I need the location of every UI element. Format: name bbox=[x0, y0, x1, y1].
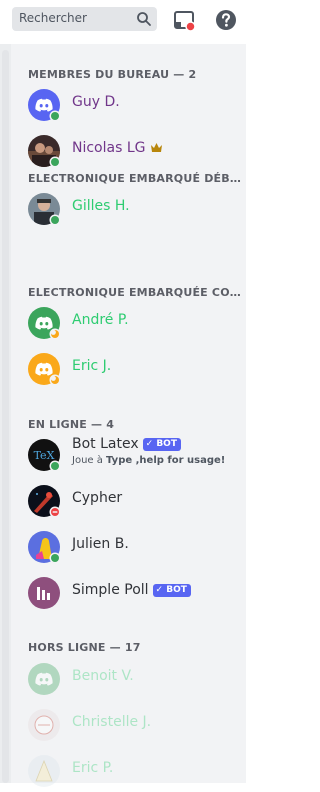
member-item-bot-latex[interactable]: TeX Bot Latex ✓ BOT Joue à Type ,help for… bbox=[28, 434, 242, 476]
member-item-benoit[interactable]: Benoit V. bbox=[28, 658, 242, 700]
member-item-eric-j[interactable]: Eric J. bbox=[28, 348, 242, 390]
member-name: Guy D. bbox=[72, 94, 120, 110]
section-header: EN LIGNE — 4 bbox=[28, 418, 115, 431]
member-name: Eric P. bbox=[72, 760, 114, 776]
discord-avatar-icon bbox=[28, 307, 60, 339]
tex-avatar-icon: TeX bbox=[28, 439, 60, 471]
member-name: Christelle J. bbox=[72, 714, 152, 730]
inbox-icon[interactable] bbox=[172, 8, 196, 32]
help-icon[interactable] bbox=[214, 8, 238, 32]
search-placeholder: Rechercher bbox=[19, 11, 87, 25]
member-name: Gilles H. bbox=[72, 198, 130, 214]
poll-avatar-icon bbox=[28, 577, 60, 609]
bot-tag: ✓ BOT bbox=[152, 584, 191, 597]
discord-avatar-icon bbox=[28, 89, 60, 121]
photo-avatar-icon bbox=[28, 135, 60, 167]
member-item-guy[interactable]: Guy D. bbox=[28, 84, 242, 126]
photo-avatar-icon bbox=[28, 709, 60, 741]
member-name: Bot Latex ✓ BOT bbox=[72, 436, 181, 452]
photo-avatar-icon bbox=[28, 755, 60, 787]
photo-avatar-icon bbox=[28, 193, 60, 225]
section-header: MEMBRES DU BUREAU — 2 bbox=[28, 68, 197, 81]
member-item-cypher[interactable]: Cypher bbox=[28, 480, 242, 522]
member-item-julien[interactable]: Julien B. bbox=[28, 526, 242, 568]
member-activity: Joue à Type ,help for usage! bbox=[72, 455, 225, 466]
member-name-text: Simple Poll bbox=[72, 582, 149, 598]
photo-avatar-icon bbox=[28, 531, 60, 563]
activity-name: Type ,help for usage! bbox=[106, 455, 226, 466]
member-name: Benoit V. bbox=[72, 668, 134, 684]
discord-avatar-icon bbox=[28, 663, 60, 695]
member-item-eric-p[interactable]: Eric P. bbox=[28, 750, 242, 792]
member-name: Simple Poll ✓ BOT bbox=[72, 582, 191, 598]
left-rail bbox=[0, 44, 11, 783]
top-bar: Rechercher bbox=[0, 0, 246, 40]
photo-avatar-icon bbox=[28, 485, 60, 517]
bot-tag: ✓ BOT bbox=[142, 438, 181, 451]
member-name: André P. bbox=[72, 312, 129, 328]
member-name-text: Nicolas LG bbox=[72, 140, 146, 156]
member-item-gilles[interactable]: Gilles H. bbox=[28, 188, 242, 230]
crown-icon bbox=[150, 143, 162, 152]
member-item-nicolas[interactable]: Nicolas LG bbox=[28, 130, 242, 172]
svg-text:TeX: TeX bbox=[34, 449, 55, 462]
member-item-simple-poll[interactable]: Simple Poll ✓ BOT bbox=[28, 572, 242, 614]
member-list: MEMBRES DU BUREAU — 2 Guy D. Nicolas LG … bbox=[11, 44, 246, 787]
section-header: ELECTRONIQUE EMBARQUÉE CONFIRMÉ — 2 bbox=[28, 286, 242, 299]
search-input[interactable]: Rechercher bbox=[12, 7, 157, 31]
search-icon[interactable] bbox=[136, 11, 152, 27]
member-name: Eric J. bbox=[72, 358, 112, 374]
member-name: Cypher bbox=[72, 490, 123, 506]
member-name: Julien B. bbox=[72, 536, 129, 552]
section-header: ELECTRONIQUE EMBARQUÉ DÉBUTANT — 1 bbox=[28, 172, 242, 185]
member-item-christelle[interactable]: Christelle J. bbox=[28, 704, 242, 746]
member-item-andre[interactable]: André P. bbox=[28, 302, 242, 344]
section-header: HORS LIGNE — 17 bbox=[28, 641, 141, 654]
activity-prefix: Joue à bbox=[72, 455, 107, 466]
discord-avatar-icon bbox=[28, 353, 60, 385]
member-name: Nicolas LG bbox=[72, 140, 163, 156]
scrollbar-track[interactable] bbox=[2, 50, 9, 783]
member-name-text: Bot Latex bbox=[72, 436, 139, 452]
